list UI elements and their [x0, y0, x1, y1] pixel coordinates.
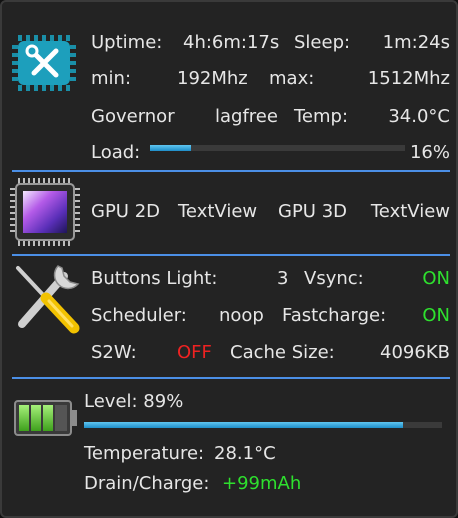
sleep-label: Sleep: [294, 32, 351, 53]
gpu-chip-icon[interactable] [10, 178, 80, 246]
load-value: 16% [409, 142, 450, 163]
gpu3d-label: GPU 3D [278, 201, 348, 222]
temp-label: Temp: [294, 106, 349, 127]
gpu2d-label: GPU 2D [91, 201, 161, 222]
governor-value: lagfree [215, 106, 278, 127]
uptime-label: Uptime: [91, 32, 163, 53]
battery-level-bar-fill [84, 422, 403, 428]
s2w-status: OFF [177, 342, 212, 363]
battery-icon[interactable] [14, 398, 78, 438]
buttons-light-label: Buttons Light: [91, 268, 218, 289]
widget-panel: Uptime: 4h:6m:17s Sleep: 1m:24s min: 192… [0, 0, 458, 518]
uptime-value: 4h:6m:17s [183, 32, 280, 53]
fastcharge-label: Fastcharge: [282, 305, 387, 326]
drain-charge-value: +99mAh [222, 473, 302, 494]
battery-level-text: Level: 89% [84, 391, 184, 412]
cache-size-value: 4096KB [380, 342, 450, 363]
cpu-load-bar-fill [150, 145, 191, 151]
battery-level-bar [84, 422, 442, 428]
gpu3d-value: TextView [370, 201, 450, 222]
battery-temperature-label: Temperature: [84, 443, 205, 464]
max-label: max: [269, 68, 315, 89]
s2w-label: S2W: [91, 342, 137, 363]
section-divider [12, 254, 450, 256]
scheduler-value: noop [219, 305, 264, 326]
cpu-temp-value: 34.0°C [388, 106, 450, 127]
sleep-value: 1m:24s [382, 32, 450, 53]
vsync-label: Vsync: [304, 268, 364, 289]
gpu2d-value: TextView [178, 201, 258, 222]
load-label: Load: [91, 142, 141, 163]
section-divider [12, 377, 450, 379]
vsync-status: ON [422, 268, 450, 289]
battery-temperature-value: 28.1°C [214, 443, 276, 464]
section-divider [12, 170, 450, 172]
cpu-chip-tools-icon[interactable] [12, 33, 80, 93]
buttons-light-value: 3 [277, 268, 289, 289]
cache-size-label: Cache Size: [230, 342, 335, 363]
max-freq-value: 1512Mhz [367, 68, 450, 89]
governor-label: Governor [91, 106, 175, 127]
min-freq-value: 192Mhz [177, 68, 248, 89]
drain-charge-label: Drain/Charge: [84, 473, 210, 494]
min-label: min: [91, 68, 132, 89]
wrench-screwdriver-icon[interactable] [12, 262, 82, 334]
scheduler-label: Scheduler: [91, 305, 187, 326]
cpu-load-bar [150, 145, 405, 151]
fastcharge-status: ON [422, 305, 450, 326]
